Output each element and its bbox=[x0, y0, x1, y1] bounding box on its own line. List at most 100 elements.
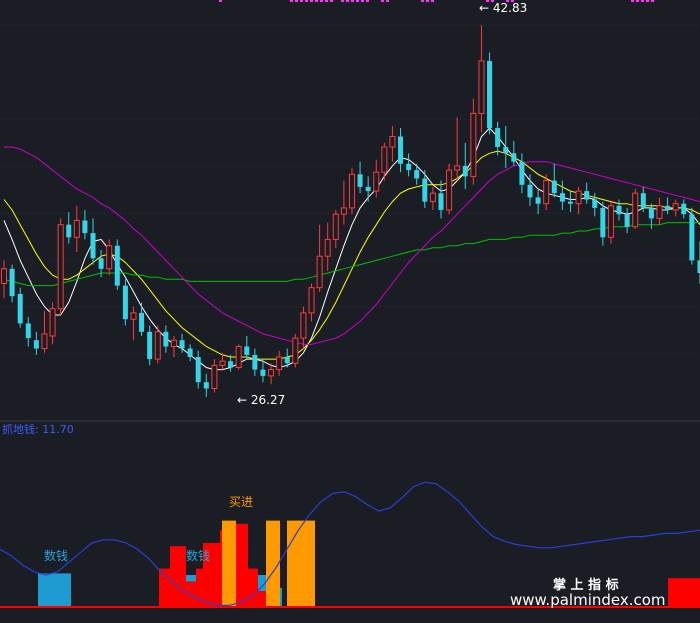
candle-body bbox=[575, 190, 582, 205]
candle-body bbox=[219, 360, 226, 366]
signal-dot bbox=[386, 0, 389, 2]
signal-dot bbox=[346, 0, 349, 2]
signal-dot bbox=[341, 0, 344, 2]
candle-body bbox=[324, 238, 331, 257]
candle-body bbox=[640, 193, 646, 208]
candle-body bbox=[139, 312, 145, 332]
brand-url: www.palmindex.com bbox=[510, 591, 666, 609]
candle-body bbox=[98, 258, 104, 269]
candle-body bbox=[66, 224, 72, 238]
candle-body bbox=[163, 331, 169, 347]
candle-body bbox=[340, 207, 347, 215]
red-bar bbox=[258, 591, 266, 607]
candle-body bbox=[535, 197, 541, 204]
candles bbox=[0, 25, 700, 397]
signal-dot bbox=[315, 0, 318, 2]
candle-body bbox=[422, 178, 428, 202]
signal-dot bbox=[631, 0, 634, 2]
candle-body bbox=[179, 340, 185, 349]
signal-dots bbox=[219, 0, 654, 2]
signal-dot bbox=[651, 0, 654, 2]
candle-body bbox=[316, 255, 323, 289]
candle-body bbox=[607, 205, 614, 238]
signal-dot bbox=[426, 0, 429, 2]
candle-body bbox=[543, 180, 550, 205]
signal-dot bbox=[320, 0, 323, 2]
candle-body bbox=[592, 199, 598, 208]
candle-body bbox=[470, 112, 477, 177]
red-bar bbox=[668, 578, 700, 607]
candle-body bbox=[487, 60, 493, 129]
signal-dot bbox=[641, 0, 644, 2]
candle-body bbox=[154, 331, 161, 360]
candle-body bbox=[203, 382, 209, 389]
candle-body bbox=[519, 161, 525, 185]
low-price-label: ← 26.27 bbox=[237, 393, 285, 407]
candle-body bbox=[228, 361, 234, 368]
signal-dot bbox=[295, 0, 298, 2]
signal-dot bbox=[310, 0, 313, 2]
candle-body bbox=[300, 312, 307, 339]
candle-body bbox=[454, 165, 461, 171]
candle-body bbox=[648, 207, 654, 219]
candle-body bbox=[495, 128, 501, 147]
candle-body bbox=[284, 357, 290, 364]
candle-body bbox=[33, 340, 39, 349]
candle-body bbox=[276, 356, 283, 371]
candle-body bbox=[584, 191, 590, 200]
candle-body bbox=[665, 205, 671, 210]
candle-body bbox=[332, 213, 339, 240]
candle-body bbox=[527, 184, 533, 198]
signal-dot bbox=[381, 0, 384, 2]
candle-body bbox=[17, 294, 23, 324]
candle-body bbox=[600, 207, 606, 238]
candle-body bbox=[478, 60, 485, 114]
candle-body bbox=[244, 346, 250, 355]
candle-body bbox=[260, 369, 266, 376]
signal-dot bbox=[290, 0, 293, 2]
candle-body bbox=[503, 147, 509, 154]
signal-dot bbox=[351, 0, 354, 2]
candle-body bbox=[365, 186, 371, 192]
orange-bar bbox=[222, 520, 236, 607]
candle-body bbox=[348, 173, 355, 209]
candle-body bbox=[551, 180, 557, 194]
candle-body bbox=[672, 203, 679, 211]
candle-body bbox=[195, 357, 201, 383]
signal-dot bbox=[330, 0, 333, 2]
candle-body bbox=[90, 233, 96, 259]
candle-body bbox=[211, 364, 218, 389]
candle-body bbox=[308, 287, 315, 314]
candle-body bbox=[73, 220, 80, 238]
signal-dot bbox=[356, 0, 359, 2]
candle-body bbox=[632, 192, 639, 228]
candle-body bbox=[122, 285, 128, 320]
candle-body bbox=[252, 354, 258, 370]
signal-dot bbox=[219, 0, 222, 2]
candle-body bbox=[689, 214, 695, 261]
candle-body bbox=[414, 170, 420, 179]
candle-body bbox=[106, 245, 113, 270]
candle-body bbox=[268, 369, 275, 377]
candle-body bbox=[511, 153, 517, 162]
candle-body bbox=[616, 205, 622, 215]
annotation-shuqian-2: 数钱 bbox=[186, 548, 210, 563]
candle-body bbox=[681, 203, 687, 215]
signal-dot bbox=[305, 0, 308, 2]
candle-body bbox=[357, 174, 363, 187]
candle-body bbox=[373, 171, 380, 192]
candle-body bbox=[187, 348, 193, 357]
candle-body bbox=[9, 268, 15, 297]
candle-body bbox=[41, 333, 48, 350]
candle-body bbox=[235, 346, 242, 368]
candle-body bbox=[292, 337, 299, 364]
candle-body bbox=[170, 339, 177, 348]
candle-body bbox=[381, 146, 388, 173]
candle-body bbox=[398, 136, 404, 164]
candle-body bbox=[389, 136, 396, 148]
signal-dot bbox=[421, 0, 424, 2]
candle-body bbox=[406, 163, 412, 171]
candle-body bbox=[147, 331, 153, 360]
signal-dot bbox=[431, 0, 434, 2]
signal-dot bbox=[300, 0, 303, 2]
